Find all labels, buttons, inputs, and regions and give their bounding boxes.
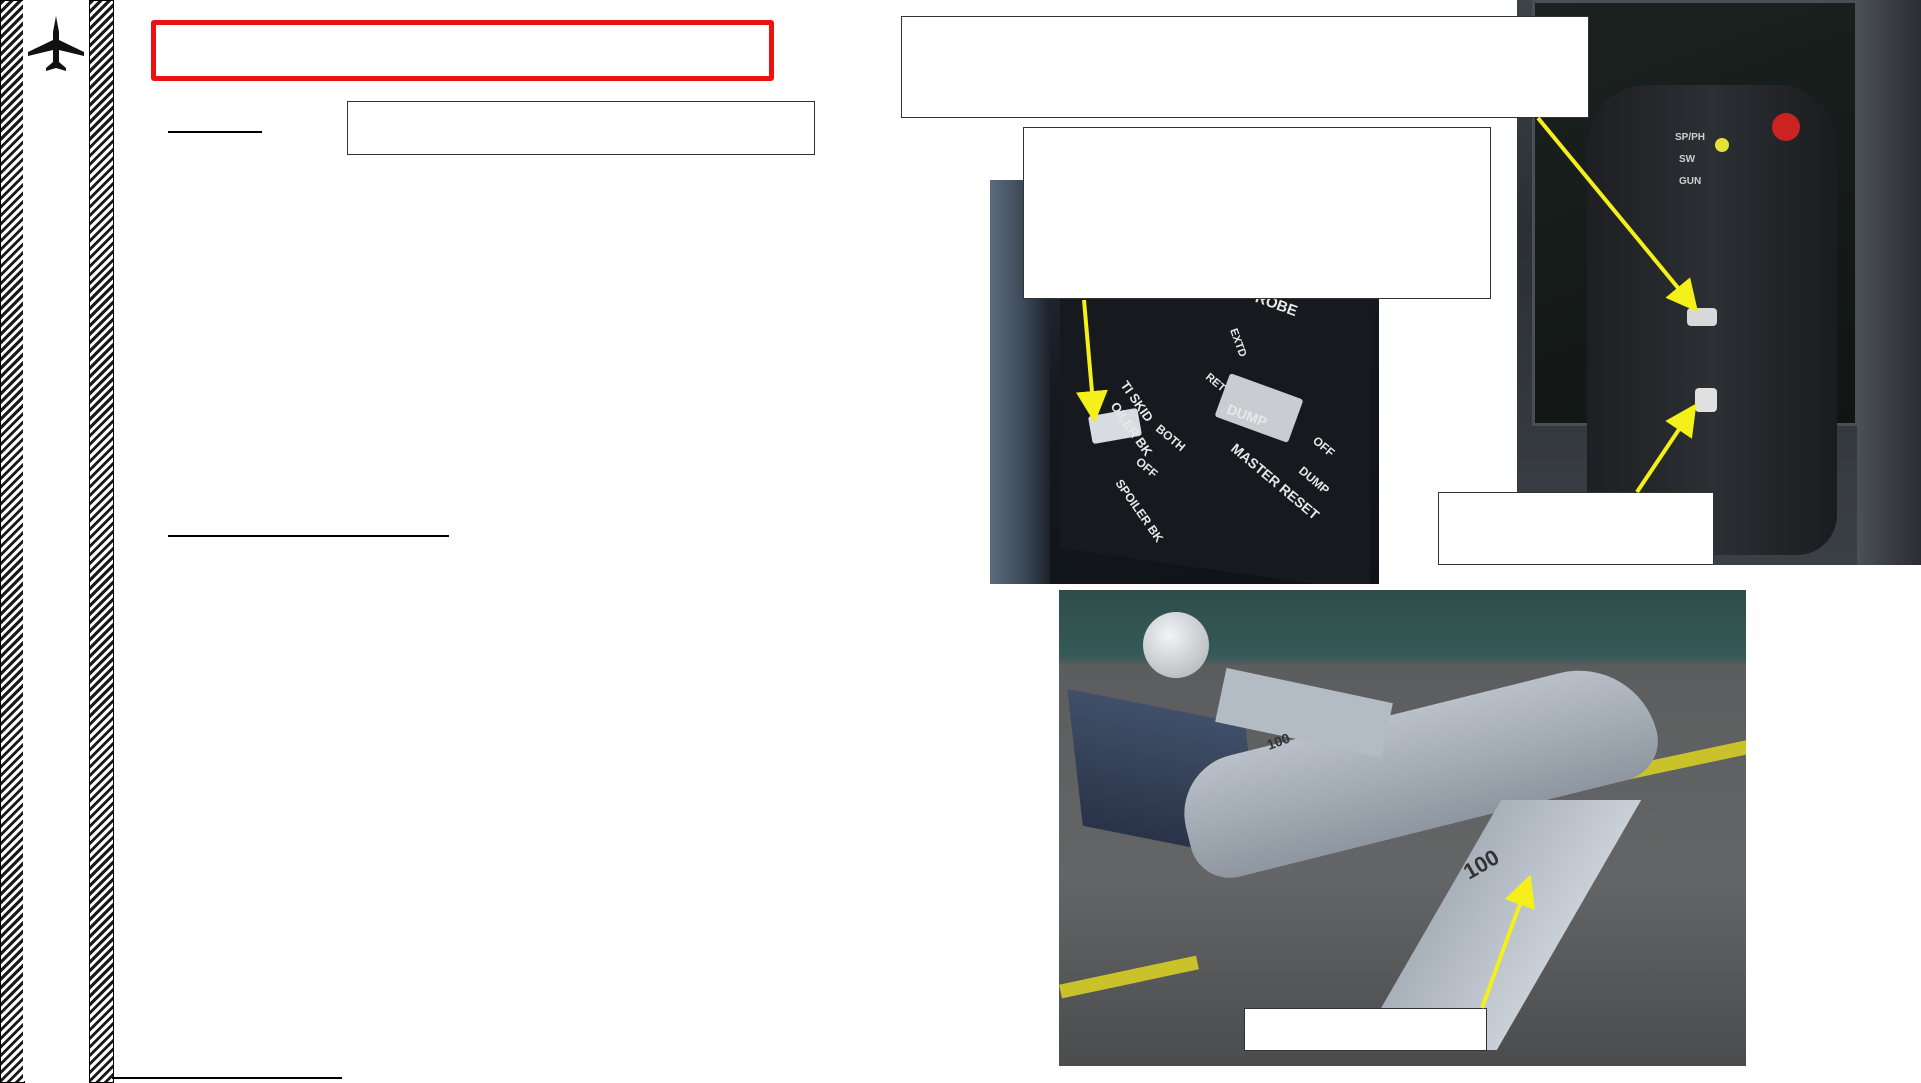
- panel-label: OFF: [1133, 455, 1160, 481]
- panel-label: OFF: [1310, 434, 1337, 460]
- panel-label: SPOILER BK: [1113, 477, 1167, 545]
- heading-underline: [168, 131, 262, 133]
- panel-label: BOTH: [1153, 422, 1188, 455]
- subtitle-box: [347, 101, 815, 155]
- jet-label: 100: [1459, 844, 1503, 884]
- panel-label: RET: [1203, 371, 1228, 395]
- panel-label: DUMP: [1225, 401, 1269, 430]
- jet-label: 100: [1265, 730, 1293, 753]
- callout-box-stick: [1438, 492, 1714, 565]
- stick-label: SP/PH: [1675, 132, 1705, 143]
- panel-label: EXTD: [1227, 327, 1248, 359]
- section-heading-underline: [168, 535, 449, 537]
- stick-label: SW: [1679, 154, 1696, 165]
- page-title-box: [151, 20, 774, 81]
- jet-labels: 100 100: [1265, 730, 1504, 885]
- jet-silhouette-icon: [28, 16, 84, 71]
- jet-on-deck-photo: 100 100: [1059, 590, 1746, 1066]
- right-hatched-border: [89, 0, 114, 1083]
- callout-box-top: [901, 16, 1589, 118]
- callout-box-panel: [1023, 127, 1491, 299]
- callout-box-jet: [1244, 1008, 1487, 1051]
- left-hatched-border: [0, 0, 25, 1083]
- stick-label: GUN: [1679, 176, 1701, 187]
- side-strip: [23, 0, 89, 1081]
- footer-rule: [112, 1077, 342, 1079]
